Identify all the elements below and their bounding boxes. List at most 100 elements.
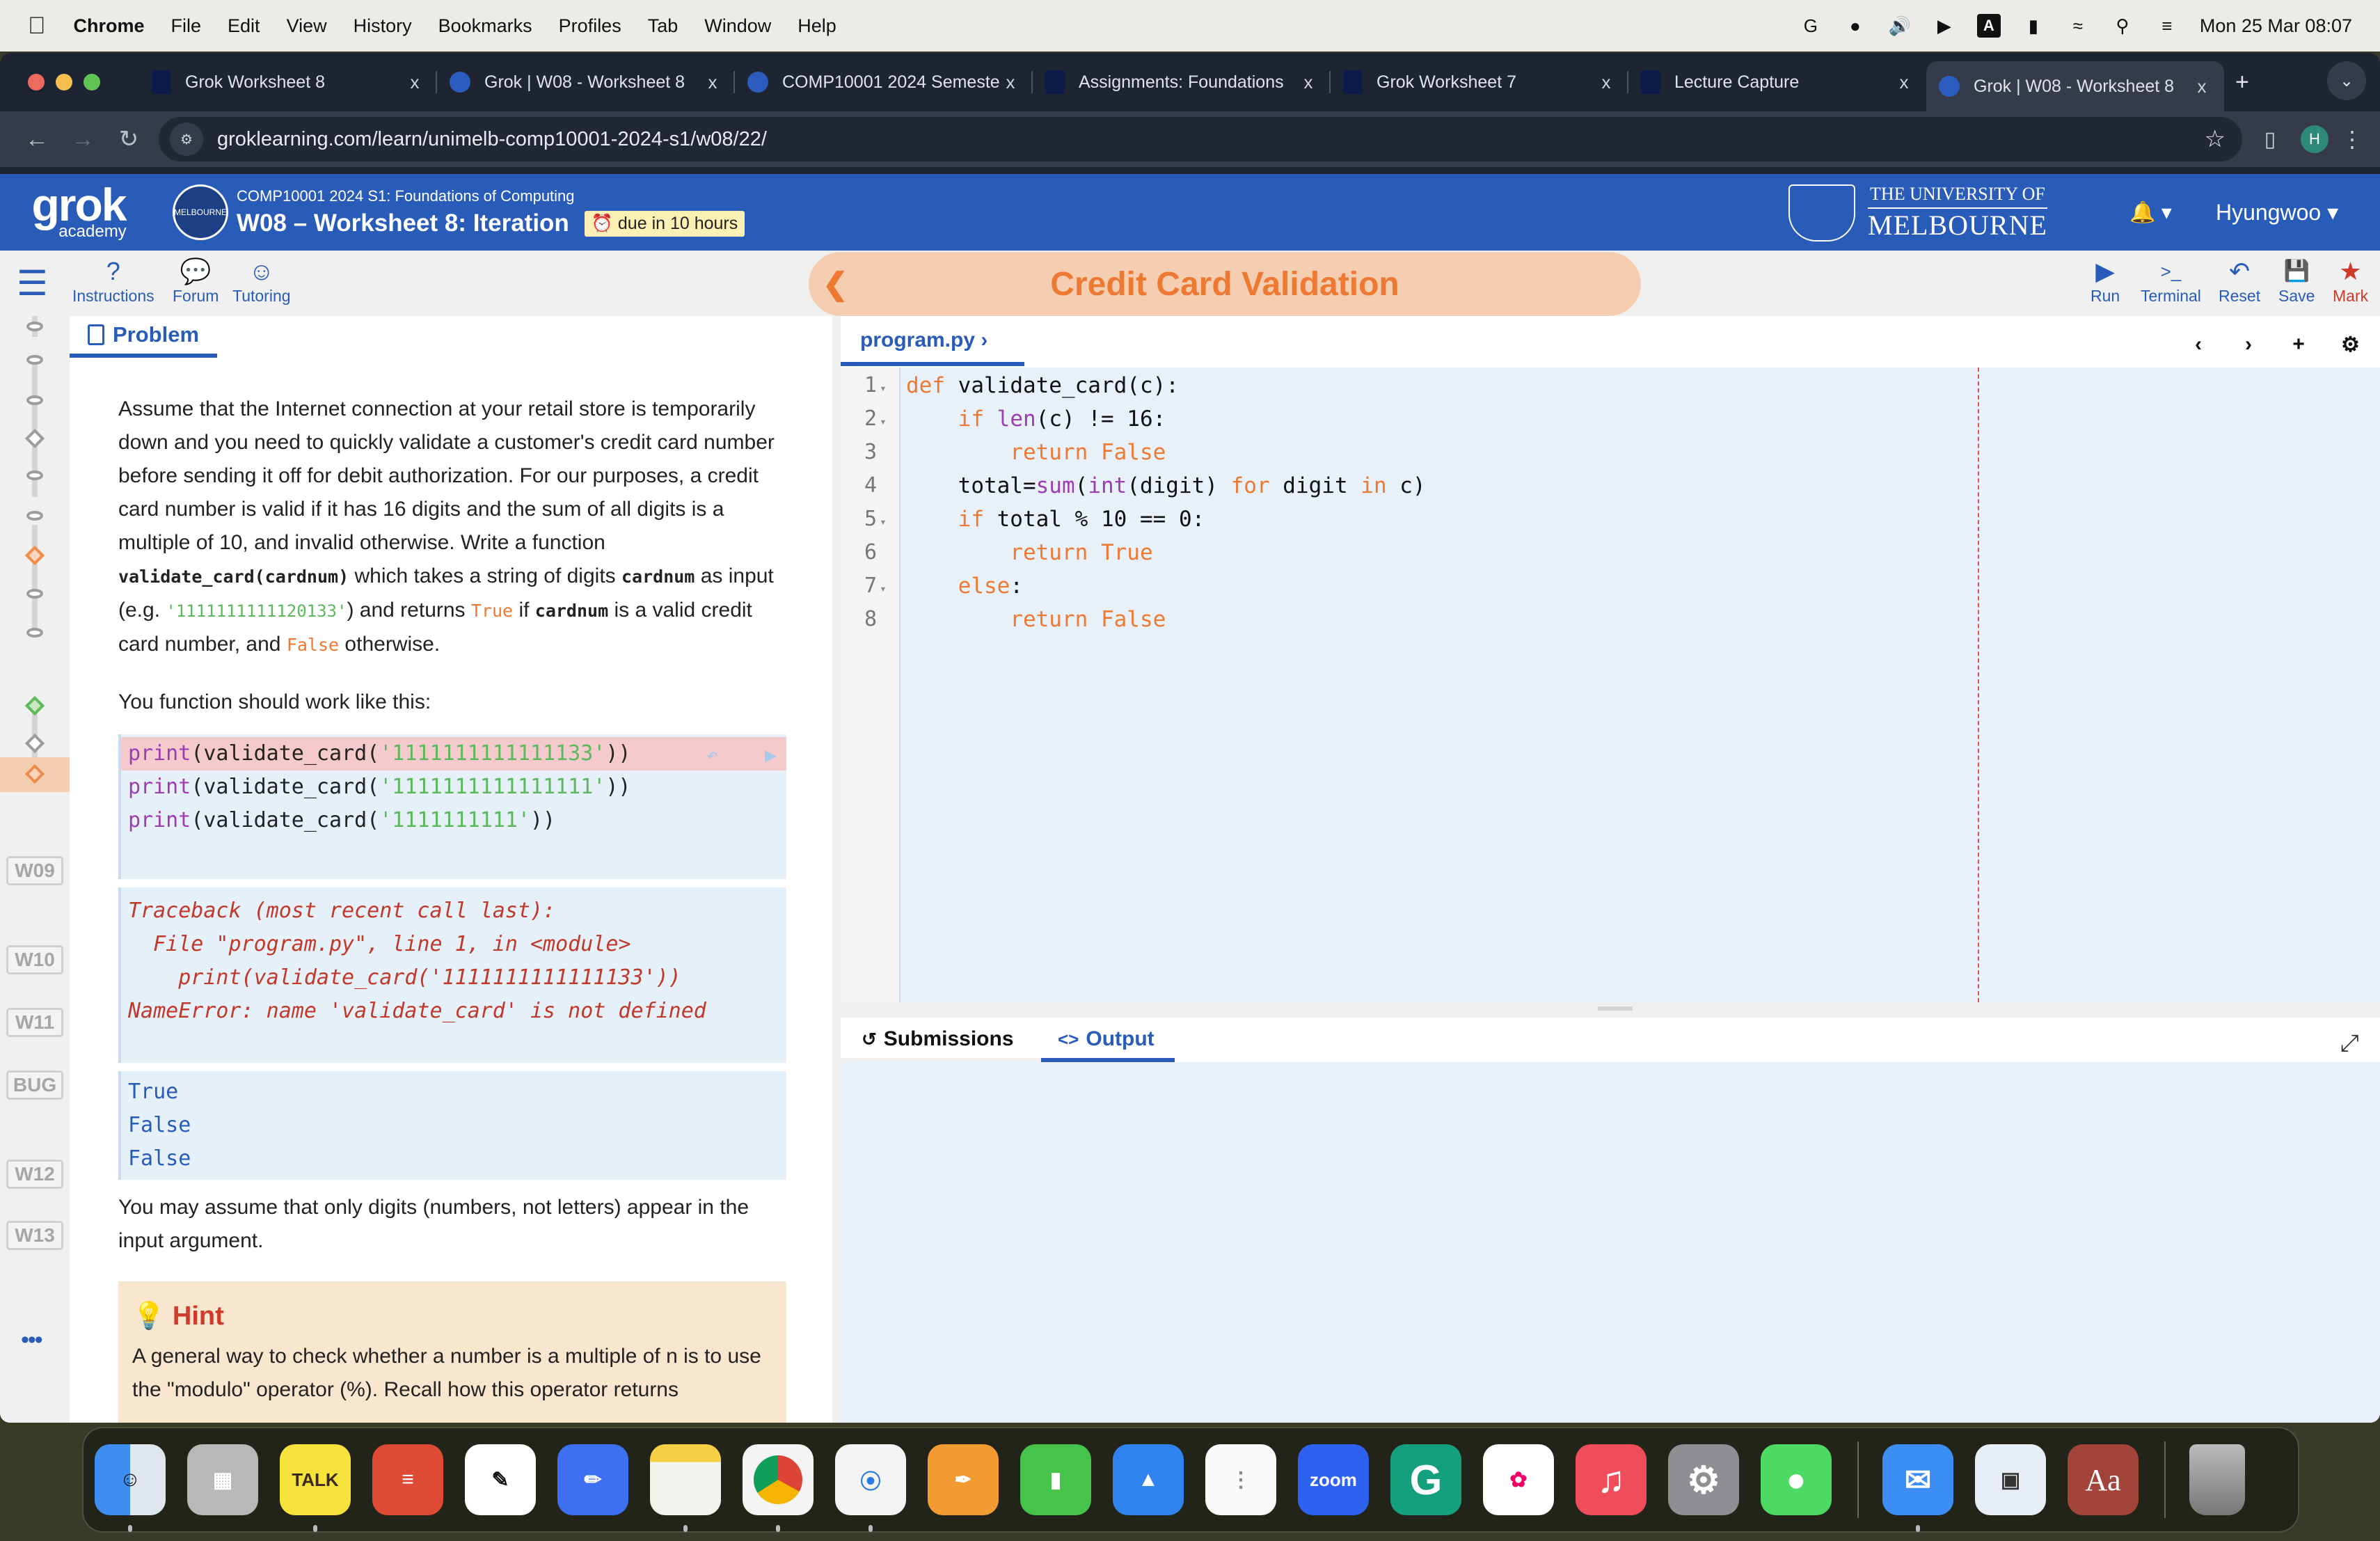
slide-node[interactable] xyxy=(26,322,43,331)
submissions-tab[interactable]: ↺ Submissions xyxy=(862,1027,1014,1051)
code-line[interactable]: return True xyxy=(906,540,1152,565)
url-text[interactable]: groklearning.com/learn/unimelb-comp10001… xyxy=(217,128,767,151)
instructions-button[interactable]: ? Instructions xyxy=(72,256,154,306)
dock-mail[interactable]: ✉ xyxy=(1882,1444,1953,1532)
dock-zoom[interactable]: zoom xyxy=(1298,1444,1369,1515)
mark-button[interactable]: ★ Mark xyxy=(2333,256,2368,306)
dock-reminders[interactable]: ⋮ xyxy=(1205,1444,1276,1515)
tutoring-button[interactable]: ☺ Tutoring xyxy=(232,256,291,306)
slide-node[interactable] xyxy=(26,471,43,480)
terminal-button[interactable]: >_ Terminal xyxy=(2141,256,2201,306)
week-badge-w12[interactable]: W12 xyxy=(6,1160,63,1189)
dock-freeform[interactable]: ✎ xyxy=(465,1444,536,1515)
output-console[interactable] xyxy=(841,1062,2380,1423)
expand-arrows-icon[interactable]: ⤢ xyxy=(2340,1030,2359,1057)
dock-finder[interactable]: ☺ xyxy=(95,1444,166,1532)
week-badge-w09[interactable]: W09 xyxy=(6,856,63,885)
menu-help[interactable]: Help xyxy=(798,15,836,37)
more-weeks-icon[interactable]: ••• xyxy=(21,1327,43,1354)
play-icon[interactable]: ▶ xyxy=(1933,14,1956,38)
notifications-bell-icon[interactable]: 🔔 ▾ xyxy=(2129,200,2172,225)
menu-view[interactable]: View xyxy=(287,15,327,37)
menu-window[interactable]: Window xyxy=(704,15,771,37)
browser-tab[interactable]: Assignments: Foundations x xyxy=(1033,60,1331,104)
dock-grammarly[interactable]: G xyxy=(1390,1444,1461,1515)
dock-kakaotalk[interactable]: TALK xyxy=(280,1444,351,1532)
side-panel-icon[interactable]: ▯ xyxy=(2249,127,2291,152)
run-button[interactable]: ▶ Run xyxy=(2091,256,2120,306)
fold-arrow-icon[interactable]: ▾ xyxy=(880,381,887,395)
previous-exercise-chevron-icon[interactable]: ❮ xyxy=(823,267,848,302)
input-source-icon[interactable]: A xyxy=(1976,14,2001,38)
dock-music[interactable]: ♫ xyxy=(1576,1444,1647,1515)
menu-file[interactable]: File xyxy=(171,15,202,37)
dock-pencil-app[interactable]: ✏ xyxy=(557,1444,628,1515)
close-tab-icon[interactable]: x xyxy=(405,72,425,93)
browser-tab[interactable]: Grok Worksheet 8 x xyxy=(139,60,437,104)
browser-tab[interactable]: COMP10001 2024 Semester 1 x xyxy=(735,60,1033,104)
menu-app-name[interactable]: Chrome xyxy=(74,15,145,37)
dock-system-settings[interactable]: ⚙ xyxy=(1668,1444,1739,1515)
close-tab-icon[interactable]: x xyxy=(1299,72,1318,93)
snippet-reset-icon[interactable]: ↶ xyxy=(706,743,718,766)
week-badge-w13[interactable]: W13 xyxy=(6,1221,63,1250)
week-badge-bug[interactable]: BUG xyxy=(6,1070,63,1100)
save-button[interactable]: 💾 Save xyxy=(2278,256,2315,306)
code-line[interactable]: else: xyxy=(906,574,1023,599)
problem-node[interactable] xyxy=(24,733,45,754)
dock-trash[interactable] xyxy=(2189,1444,2245,1515)
menu-tab[interactable]: Tab xyxy=(648,15,679,37)
dock-chrome[interactable] xyxy=(743,1444,814,1532)
spotlight-icon[interactable]: ⚲ xyxy=(2111,14,2134,38)
new-tab-button[interactable]: + xyxy=(2235,69,2249,96)
chat-icon[interactable]: ● xyxy=(1843,14,1867,38)
problem-tab[interactable]: Problem xyxy=(70,316,217,358)
code-editor[interactable]: 1 ▾ 2 ▾ 3 4 5 ▾ 6 7 ▾ 8 def validate_card(c): if le… xyxy=(841,368,2380,1002)
slide-node[interactable] xyxy=(26,511,43,521)
problem-node[interactable] xyxy=(24,428,45,449)
menu-edit[interactable]: Edit xyxy=(228,15,260,37)
new-file-plus-icon[interactable]: + xyxy=(2291,333,2306,357)
file-tab-program-py[interactable]: program.py › xyxy=(841,316,1024,368)
tab-search-chevron-icon[interactable]: ⌄ xyxy=(2327,61,2366,100)
dock-launchpad[interactable]: ▦ xyxy=(187,1444,258,1515)
close-window-button[interactable] xyxy=(28,74,45,90)
battery-icon[interactable]: ▮ xyxy=(2022,14,2045,38)
close-tab-icon[interactable]: x xyxy=(2192,76,2212,97)
clock[interactable]: Mon 25 Mar 08:07 xyxy=(2200,15,2352,37)
close-tab-icon[interactable]: x xyxy=(1596,72,1616,93)
course-title[interactable]: COMP10001 2024 S1: Foundations of Comput… xyxy=(237,187,745,205)
grammarly-icon[interactable]: G xyxy=(1799,14,1823,38)
week-badge-w10[interactable]: W10 xyxy=(6,945,63,974)
example-code-snippet[interactable]: print(validate_card('1111111111111133'))… xyxy=(118,734,786,879)
menu-profiles[interactable]: Profiles xyxy=(559,15,621,37)
dock-dictionary[interactable]: Aa xyxy=(2068,1444,2139,1515)
reset-button[interactable]: ↶ Reset xyxy=(2219,256,2260,306)
week-badge-w11[interactable]: W11 xyxy=(6,1008,63,1037)
fold-arrow-icon[interactable]: ▾ xyxy=(880,515,887,528)
slide-node[interactable] xyxy=(26,628,43,638)
panel-resize-handle[interactable] xyxy=(832,316,841,1423)
reload-icon[interactable]: ↻ xyxy=(106,125,152,153)
problem-node-complete[interactable] xyxy=(24,695,45,716)
volume-icon[interactable]: 🔊 xyxy=(1888,14,1912,38)
resize-grip[interactable] xyxy=(1598,1006,1633,1011)
browser-tab[interactable]: Grok | W08 - Worksheet 8 x xyxy=(437,60,735,104)
worksheet-title[interactable]: W08 – Worksheet 8: Iteration xyxy=(237,210,569,237)
forward-arrow-icon[interactable]: → xyxy=(60,126,106,153)
slide-node[interactable] xyxy=(26,589,43,599)
bookmark-star-icon[interactable]: ☆ xyxy=(2205,125,2226,153)
browser-tab[interactable]: Lecture Capture x xyxy=(1628,60,1926,104)
slide-node[interactable] xyxy=(26,355,43,365)
control-center-icon[interactable]: ≡ xyxy=(2155,14,2179,38)
minimize-window-button[interactable] xyxy=(56,74,72,90)
dock-pages[interactable]: ✒ xyxy=(928,1444,999,1515)
apple-menu-icon[interactable]:  xyxy=(28,13,46,40)
problem-node-in-progress[interactable] xyxy=(24,545,45,566)
close-tab-icon[interactable]: x xyxy=(1001,72,1020,93)
dock-safari[interactable]: ⦿ xyxy=(835,1444,906,1532)
snippet-run-icon[interactable]: ▶ xyxy=(765,743,777,766)
dock-photos[interactable]: ✿ xyxy=(1483,1444,1554,1515)
menu-bookmarks[interactable]: Bookmarks xyxy=(438,15,532,37)
profile-avatar[interactable]: H xyxy=(2301,125,2329,153)
